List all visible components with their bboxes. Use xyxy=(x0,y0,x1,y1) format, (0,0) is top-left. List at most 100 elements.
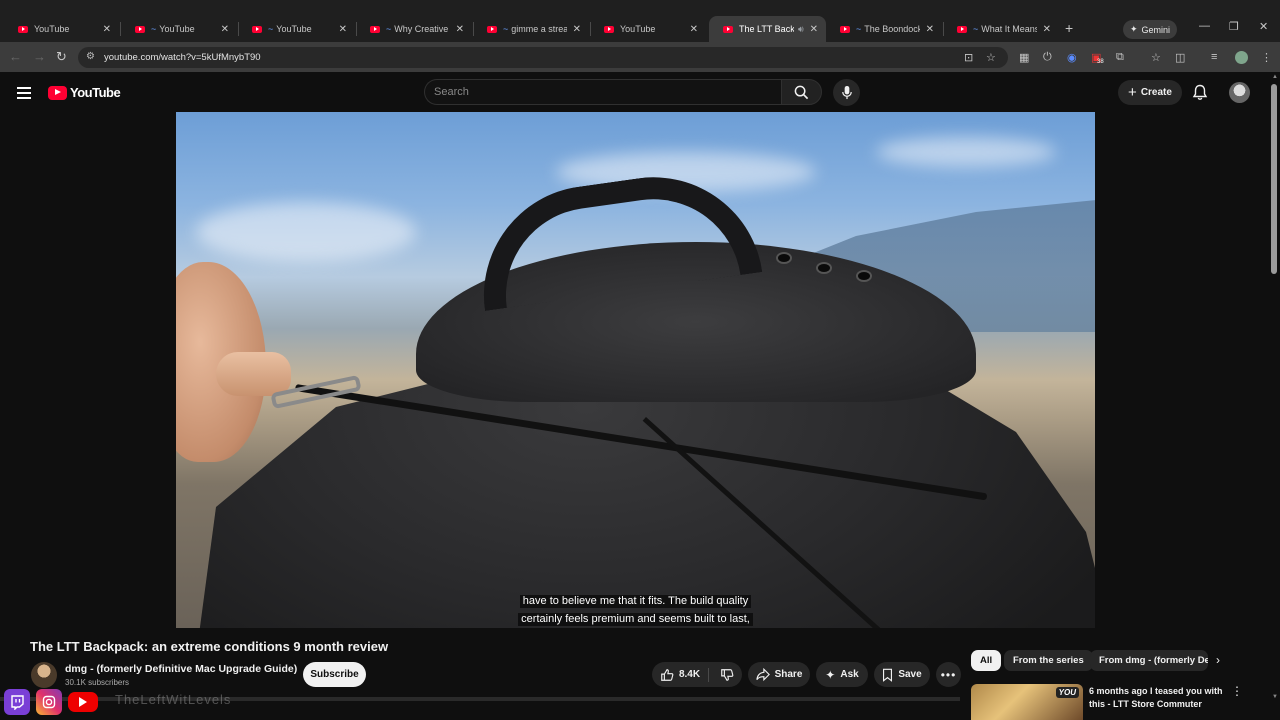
tab-close-icon[interactable]: ✕ xyxy=(810,24,818,35)
chip-from-series[interactable]: From the series xyxy=(1004,650,1093,671)
close-window-button[interactable]: ✕ xyxy=(1259,20,1268,33)
page-scrollbar[interactable] xyxy=(1271,84,1277,274)
search-button[interactable] xyxy=(781,79,822,105)
browser-tab-8[interactable]: ~The Boondocks ✕ xyxy=(826,16,942,42)
like-count: 8.4K xyxy=(678,669,701,680)
menu-icon[interactable] xyxy=(17,87,31,102)
tab-close-icon[interactable]: ✕ xyxy=(339,24,347,35)
video-title: The LTT Backpack: an extreme conditions … xyxy=(30,639,389,654)
tab-title: YouTube xyxy=(620,24,656,34)
youtube-favicon-icon xyxy=(957,25,967,33)
backpack-eyelet xyxy=(776,252,792,264)
tab-close-icon[interactable]: ✕ xyxy=(103,24,111,35)
scroll-up-arrow-icon[interactable]: ▲ xyxy=(1272,74,1278,80)
tab-close-icon[interactable]: ✕ xyxy=(456,24,464,35)
youtube-favicon-icon xyxy=(487,25,497,33)
share-arrow-icon xyxy=(755,668,770,681)
side-panel-icon[interactable]: ◫ xyxy=(1175,51,1185,64)
url-text[interactable]: youtube.com/watch?v=5kUfMnybT90 xyxy=(104,52,261,63)
tab-prefix-icon: ~ xyxy=(856,24,862,34)
youtube-play-logo-icon xyxy=(48,85,67,100)
more-actions-button[interactable]: ••• xyxy=(936,662,961,687)
chevron-right-icon[interactable]: › xyxy=(1216,653,1220,667)
browser-tab-6[interactable]: YouTube ✕ xyxy=(590,16,706,42)
tab-title: YouTube xyxy=(34,24,70,34)
account-avatar[interactable] xyxy=(1229,82,1250,103)
browser-tab-2[interactable]: ~ YouTube ✕ xyxy=(121,16,237,42)
youtube-favicon-icon xyxy=(840,25,850,33)
subscribe-button[interactable]: Subscribe xyxy=(303,662,366,687)
tab-close-icon[interactable]: ✕ xyxy=(926,24,934,35)
video-player[interactable]: have to believe me that it fits. The bui… xyxy=(176,112,1095,628)
tab-title: ~The Boondocks xyxy=(856,24,920,34)
new-tab-button[interactable]: + xyxy=(1065,20,1073,36)
recommendation-title[interactable]: 6 months ago I teased you with this - LT… xyxy=(1089,685,1224,711)
power-icon[interactable]: ⏻ xyxy=(1043,51,1052,64)
tab-close-icon[interactable]: ✕ xyxy=(690,24,698,35)
stream-handle-text: TheLeftWitLevels xyxy=(115,692,232,707)
channel-avatar[interactable] xyxy=(31,662,57,688)
create-label: Create xyxy=(1140,87,1172,98)
channel-name[interactable]: dmg - (formerly Definitive Mac Upgrade G… xyxy=(65,663,297,675)
share-button[interactable]: Share xyxy=(748,662,810,687)
dislike-button[interactable] xyxy=(714,668,734,682)
video-captions: have to believe me that it fits. The bui… xyxy=(176,591,1095,627)
browser-tab-4[interactable]: ~Why Creative St ✕ xyxy=(356,16,472,42)
save-button[interactable]: Save xyxy=(874,662,930,687)
minimize-button[interactable]: — xyxy=(1199,20,1210,32)
youtube-wordmark: YouTube xyxy=(70,85,121,100)
bookmarks-icon[interactable]: ☆ xyxy=(1151,51,1161,64)
ask-label: Ask xyxy=(840,669,859,680)
ask-button[interactable]: ✦ Ask xyxy=(816,662,868,687)
browser-tab-1[interactable]: YouTube ✕ xyxy=(4,16,119,42)
tab-close-icon[interactable]: ✕ xyxy=(573,24,581,35)
chip-from-channel[interactable]: From dmg - (formerly Def xyxy=(1090,650,1208,671)
tab-prefix-icon: ~ xyxy=(503,24,509,34)
caption-line-2: certainly feels premium and seems built … xyxy=(518,613,753,626)
browser-tab-3[interactable]: ~ YouTube ✕ xyxy=(238,16,355,42)
recommendation-menu-icon[interactable]: ⋮ xyxy=(1231,684,1243,698)
sky-cloud xyxy=(196,202,416,262)
create-button[interactable]: + Create xyxy=(1118,80,1182,105)
voice-search-button[interactable] xyxy=(833,79,860,106)
search-icon xyxy=(794,85,809,99)
media-controls-icon[interactable]: ≡ xyxy=(1211,51,1217,63)
extension-blue-icon[interactable]: ◉ xyxy=(1067,51,1077,64)
tab-title-text: Why Creative St xyxy=(394,24,449,34)
sparkle-icon: ✦ xyxy=(1129,24,1138,34)
site-info-icon[interactable]: ⚙ xyxy=(86,51,95,62)
bookmark-star-icon[interactable]: ☆ xyxy=(986,51,996,64)
audio-playing-icon[interactable]: 🔊︎ xyxy=(798,24,804,35)
instagram-icon xyxy=(36,689,62,715)
install-app-icon[interactable]: ⊡ xyxy=(964,51,973,64)
back-arrow-icon[interactable]: ← xyxy=(9,50,22,64)
gemini-button[interactable]: ✦ Gemini xyxy=(1123,20,1177,39)
caption-line-1: have to believe me that it fits. The bui… xyxy=(519,595,752,608)
tab-prefix-icon: ~ xyxy=(268,24,274,34)
browser-tab-active[interactable]: The LTT Backpac 🔊︎ ✕ xyxy=(709,16,826,42)
tab-title-text: YouTube xyxy=(276,24,312,34)
extension-icon[interactable]: ▦ xyxy=(1019,51,1029,64)
plus-icon: + xyxy=(1128,83,1137,101)
browser-tab-9[interactable]: ~ What It Means ✕ xyxy=(943,16,1059,42)
sky-cloud xyxy=(876,137,1056,167)
chip-all[interactable]: All xyxy=(971,650,1002,671)
restore-button[interactable]: ❐ xyxy=(1229,20,1239,33)
browser-menu-icon[interactable]: ⋮ xyxy=(1261,51,1272,64)
recommendation-thumbnail[interactable]: YOU xyxy=(971,684,1083,720)
notifications-button[interactable] xyxy=(1192,84,1208,106)
finger xyxy=(216,352,291,396)
stream-social-icons xyxy=(4,689,98,715)
browser-tab-5[interactable]: ~gimme a stream ✕ xyxy=(473,16,589,42)
extensions-puzzle-icon[interactable]: ⧉ xyxy=(1116,51,1124,64)
youtube-logo[interactable]: YouTube xyxy=(48,85,121,100)
tab-close-icon[interactable]: ✕ xyxy=(221,24,229,35)
scroll-down-arrow-icon[interactable]: ▼ xyxy=(1272,694,1278,700)
profile-avatar-icon[interactable] xyxy=(1235,51,1248,64)
search-input[interactable] xyxy=(424,79,781,105)
like-button[interactable]: 8.4K xyxy=(660,667,710,682)
reload-icon[interactable]: ↻ xyxy=(56,50,67,64)
youtube-favicon-icon xyxy=(370,25,380,33)
forward-arrow-icon[interactable]: → xyxy=(33,50,46,64)
tab-close-icon[interactable]: ✕ xyxy=(1043,24,1051,35)
